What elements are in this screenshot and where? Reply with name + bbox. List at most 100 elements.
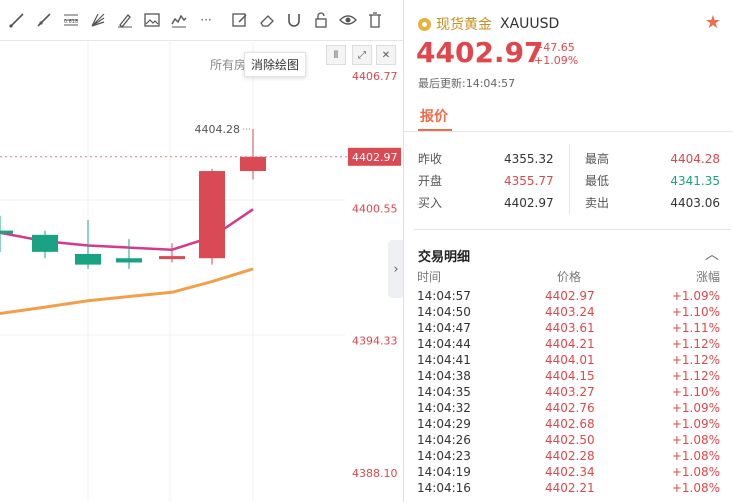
trade-price: 4402.68 xyxy=(545,417,595,431)
quote-label: 昨收 xyxy=(418,152,443,166)
more-icon[interactable]: ··· xyxy=(196,10,216,30)
fib-label: 0.618 xyxy=(64,19,78,25)
trade-price: 4404.01 xyxy=(545,353,595,367)
trade-change: +1.10% xyxy=(671,385,720,399)
candle-body xyxy=(240,156,266,172)
eraser-icon[interactable] xyxy=(257,10,277,30)
candlestick-chart[interactable]: 4406.77 4400.55 4394.33 4388.10 4402.97 4404.… xyxy=(0,40,403,502)
price-tick-label: 4400.55 xyxy=(352,202,398,215)
instrument-code: XAUUSD xyxy=(500,16,560,32)
tab-quote[interactable]: 报价 xyxy=(420,106,448,126)
quote-label: 买入 xyxy=(418,196,443,210)
quote-label: 最低 xyxy=(585,174,610,188)
high-value: 4404.28 xyxy=(670,152,720,166)
quote-values-right: 4404.28 4341.35 4403.06 xyxy=(666,148,720,214)
trade-time: 14:04:35 xyxy=(417,385,471,399)
line-tool-icon[interactable] xyxy=(7,10,27,30)
trash-icon[interactable] xyxy=(365,10,385,30)
change-value: +47.65 xyxy=(534,41,575,54)
quote-labels-right: 最高 最低 卖出 xyxy=(585,148,609,214)
ma-long-line xyxy=(0,267,254,315)
last-update: 最后更新:14:04:57 xyxy=(418,77,516,90)
gann-fan-icon[interactable] xyxy=(88,10,108,30)
trade-row: 14:04:29 4402.68 +1.09% xyxy=(404,416,733,432)
trade-time: 14:04:38 xyxy=(417,369,471,383)
col-change-header: 涨幅 xyxy=(695,270,720,284)
collapse-panel-button[interactable]: › xyxy=(388,240,404,298)
current-price-tag-label: 4402.97 xyxy=(352,151,398,164)
trade-time: 14:04:41 xyxy=(417,353,471,367)
trade-price: 4403.27 xyxy=(545,385,595,399)
trade-price: 4402.97 xyxy=(545,289,595,303)
price-tick-label: 4406.77 xyxy=(352,70,398,83)
change-percent: +1.09% xyxy=(534,54,579,67)
candle-body xyxy=(0,230,13,234)
trade-change: +1.08% xyxy=(671,481,720,495)
instrument-title: 现货黄金 XAUUSD xyxy=(418,14,559,34)
trade-row: 14:04:41 4404.01 +1.12% xyxy=(404,352,733,368)
chevron-right-icon: › xyxy=(393,261,399,277)
quote-label: 开盘 xyxy=(418,174,443,188)
trade-change: +1.12% xyxy=(671,353,720,367)
high-marker-label: 4404.28 xyxy=(195,123,241,136)
trade-time: 14:04:32 xyxy=(417,401,471,415)
current-price: 4402.97 xyxy=(416,36,544,69)
chart-area[interactable]: 0.618 ··· 所有房 消除绘图 ⫴ ⤢ ✕ 4406.77 4400.55 4… xyxy=(0,0,404,502)
col-time-header: 时间 xyxy=(417,270,442,284)
trade-time: 14:04:19 xyxy=(417,465,471,479)
trade-detail-title: 交易明细 xyxy=(418,250,471,265)
drawing-toolbar: 0.618 ··· xyxy=(0,0,403,41)
quote-divider xyxy=(569,144,570,214)
lock-icon[interactable] xyxy=(311,10,331,30)
candle-body xyxy=(116,258,142,263)
trade-change: +1.09% xyxy=(671,401,720,415)
trade-change: +1.08% xyxy=(671,465,720,479)
trade-row: 14:04:23 4402.28 +1.08% xyxy=(404,448,733,464)
price-axis: 4406.77 4400.55 4394.33 4388.10 4402.97 4404.… xyxy=(0,70,401,480)
candle-body xyxy=(75,253,101,265)
open-value: 4355.77 xyxy=(504,174,554,188)
trade-time: 14:04:16 xyxy=(417,481,471,495)
candle-body xyxy=(159,256,185,260)
low-value: 4341.35 xyxy=(670,174,720,188)
trade-price: 4402.28 xyxy=(545,449,595,463)
trade-change: +1.08% xyxy=(671,449,720,463)
trade-price: 4403.61 xyxy=(545,321,595,335)
trade-row: 14:04:44 4404.21 +1.12% xyxy=(404,336,733,352)
trade-price: 4402.76 xyxy=(545,401,595,415)
price-tick-label: 4388.10 xyxy=(352,467,398,480)
trade-time: 14:04:44 xyxy=(417,337,471,351)
trade-row: 14:04:35 4403.27 +1.10% xyxy=(404,384,733,400)
eye-icon[interactable] xyxy=(338,10,358,30)
grid xyxy=(0,40,345,502)
edit-icon[interactable] xyxy=(230,10,250,30)
wave-icon[interactable] xyxy=(169,10,189,30)
trade-change: +1.09% xyxy=(671,289,720,303)
trade-time: 14:04:47 xyxy=(417,321,471,335)
price-tick-label: 4394.33 xyxy=(352,335,398,348)
prev-close-value: 4355.32 xyxy=(504,152,554,166)
chevron-up-icon[interactable]: ︿ xyxy=(705,244,719,264)
clear-drawings-tooltip: 消除绘图 xyxy=(244,52,307,77)
trade-price: 4403.24 xyxy=(545,305,595,319)
trade-time: 14:04:50 xyxy=(417,305,471,319)
trade-row: 14:04:26 4402.50 +1.08% xyxy=(404,432,733,448)
trade-row: 14:04:16 4402.21 +1.08% xyxy=(404,480,733,496)
trade-change: +1.09% xyxy=(671,417,720,431)
fib-icon[interactable]: 0.618 xyxy=(61,10,81,30)
trade-time: 14:04:29 xyxy=(417,417,471,431)
trade-row: 14:04:47 4403.61 +1.11% xyxy=(404,320,733,336)
brush-icon[interactable] xyxy=(115,10,135,30)
ray-tool-icon[interactable] xyxy=(34,10,54,30)
trade-row: 14:04:32 4402.76 +1.09% xyxy=(404,400,733,416)
col-price-header: 价格 xyxy=(557,270,582,284)
magnet-icon[interactable] xyxy=(284,10,304,30)
ask-value: 4403.06 xyxy=(670,196,720,210)
star-icon[interactable]: ★ xyxy=(705,12,721,33)
trade-price: 4404.15 xyxy=(545,369,595,383)
trade-time: 14:04:57 xyxy=(417,289,471,303)
trade-row: 14:04:19 4402.34 +1.08% xyxy=(404,464,733,480)
image-icon[interactable] xyxy=(142,10,162,30)
quote-label: 最高 xyxy=(585,152,610,166)
trade-row: 14:04:38 4404.15 +1.12% xyxy=(404,368,733,384)
